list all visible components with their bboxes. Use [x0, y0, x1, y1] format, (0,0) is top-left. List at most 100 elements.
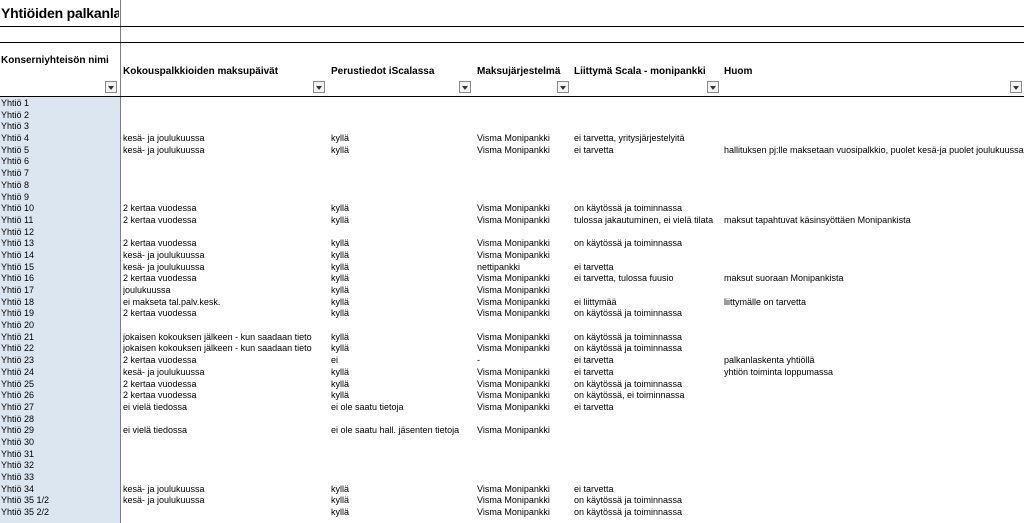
- iscala-info-cell[interactable]: kyllä: [331, 484, 473, 496]
- iscala-info-cell[interactable]: kyllä: [331, 332, 473, 344]
- sheet-title[interactable]: Yhtiöiden palkanlaskenta: [1, 5, 119, 21]
- iscala-info-cell[interactable]: ei ole saatu hall. jäsenten tietoja: [331, 425, 473, 437]
- company-name-cell[interactable]: Yhtiö 6: [1, 156, 119, 168]
- column-header-iscala-basic-info[interactable]: Perustiedot iScalassa: [331, 66, 466, 77]
- company-name-cell[interactable]: Yhtiö 9: [1, 192, 119, 204]
- meeting-fee-dates-cell[interactable]: kesä- ja joulukuussa: [123, 133, 328, 145]
- payment-system-cell[interactable]: Visma Monipankki: [477, 308, 570, 320]
- company-name-cell[interactable]: Yhtiö 20: [1, 320, 119, 332]
- bank-interface-cell[interactable]: ei tarvetta: [574, 262, 721, 274]
- bank-interface-cell[interactable]: ei tarvetta: [574, 402, 721, 414]
- iscala-info-cell[interactable]: kyllä: [331, 215, 473, 227]
- meeting-fee-dates-cell[interactable]: 2 kertaa vuodessa: [123, 273, 328, 285]
- meeting-fee-dates-cell[interactable]: kesä- ja joulukuussa: [123, 495, 328, 507]
- company-name-cell[interactable]: Yhtiö 16: [1, 273, 119, 285]
- iscala-info-cell[interactable]: kyllä: [331, 285, 473, 297]
- meeting-fee-dates-cell[interactable]: ei vielä tiedossa: [123, 402, 328, 414]
- company-name-cell[interactable]: Yhtiö 3: [1, 121, 119, 133]
- column-header-scala-bank-interface[interactable]: Liittymä Scala - monipankki: [574, 66, 719, 77]
- meeting-fee-dates-cell[interactable]: kesä- ja joulukuussa: [123, 262, 328, 274]
- meeting-fee-dates-cell[interactable]: kesä- ja joulukuussa: [123, 367, 328, 379]
- company-name-cell[interactable]: Yhtiö 27: [1, 402, 119, 414]
- iscala-info-cell[interactable]: kyllä: [331, 250, 473, 262]
- payment-system-cell[interactable]: Visma Monipankki: [477, 367, 570, 379]
- bank-interface-cell[interactable]: ei tarvetta: [574, 367, 721, 379]
- iscala-info-cell[interactable]: kyllä: [331, 297, 473, 309]
- bank-interface-cell[interactable]: on käytössä, ei toiminnassa: [574, 390, 721, 402]
- iscala-info-cell[interactable]: kyllä: [331, 343, 473, 355]
- iscala-info-cell[interactable]: kyllä: [331, 273, 473, 285]
- payment-system-cell[interactable]: Visma Monipankki: [477, 250, 570, 262]
- payment-system-cell[interactable]: Visma Monipankki: [477, 297, 570, 309]
- bank-interface-cell[interactable]: on käytössä ja toiminnassa: [574, 379, 721, 391]
- column-header-notes[interactable]: Huom: [724, 66, 924, 77]
- filter-dropdown-icon[interactable]: [105, 81, 117, 93]
- notes-cell[interactable]: yhtiön toiminta loppumassa: [724, 367, 1024, 379]
- column-header-payment-system[interactable]: Maksujärjestelmä: [477, 66, 567, 77]
- payment-system-cell[interactable]: Visma Monipankki: [477, 215, 570, 227]
- meeting-fee-dates-cell[interactable]: kesä- ja joulukuussa: [123, 484, 328, 496]
- iscala-info-cell[interactable]: kyllä: [331, 308, 473, 320]
- iscala-info-cell[interactable]: kyllä: [331, 203, 473, 215]
- bank-interface-cell[interactable]: tulossa jakautuminen, ei vielä tilata: [574, 215, 721, 227]
- bank-interface-cell[interactable]: on käytössä ja toiminnassa: [574, 495, 721, 507]
- meeting-fee-dates-cell[interactable]: ei makseta tal.palv.kesk.: [123, 297, 328, 309]
- filter-dropdown-icon[interactable]: [557, 81, 569, 93]
- company-name-cell[interactable]: Yhtiö 23: [1, 355, 119, 367]
- meeting-fee-dates-cell[interactable]: joulukuussa: [123, 285, 328, 297]
- iscala-info-cell[interactable]: ei: [331, 355, 473, 367]
- company-name-cell[interactable]: Yhtiö 18: [1, 297, 119, 309]
- iscala-info-cell[interactable]: ei ole saatu tietoja: [331, 402, 473, 414]
- bank-interface-cell[interactable]: on käytössä ja toiminnassa: [574, 203, 721, 215]
- bank-interface-cell[interactable]: ei tarvetta, tulossa fuusio: [574, 273, 721, 285]
- company-name-cell[interactable]: Yhtiö 26: [1, 390, 119, 402]
- bank-interface-cell[interactable]: ei liittymää: [574, 297, 721, 309]
- company-name-cell[interactable]: Yhtiö 17: [1, 285, 119, 297]
- company-name-cell[interactable]: Yhtiö 12: [1, 227, 119, 239]
- bank-interface-cell[interactable]: ei tarvetta: [574, 355, 721, 367]
- filter-dropdown-icon[interactable]: [1010, 81, 1022, 93]
- meeting-fee-dates-cell[interactable]: jokaisen kokouksen jälkeen - kun saadaan…: [123, 343, 328, 355]
- company-name-cell[interactable]: Yhtiö 13: [1, 238, 119, 250]
- meeting-fee-dates-cell[interactable]: 2 kertaa vuodessa: [123, 238, 328, 250]
- iscala-info-cell[interactable]: kyllä: [331, 367, 473, 379]
- bank-interface-cell[interactable]: on käytössä ja toiminnassa: [574, 507, 721, 519]
- payment-system-cell[interactable]: Visma Monipankki: [477, 495, 570, 507]
- meeting-fee-dates-cell[interactable]: 2 kertaa vuodessa: [123, 379, 328, 391]
- notes-cell[interactable]: maksut tapahtuvat käsinsyöttäen Monipank…: [724, 215, 1024, 227]
- payment-system-cell[interactable]: Visma Monipankki: [477, 390, 570, 402]
- notes-cell[interactable]: palkanlaskenta yhtiöllä: [724, 355, 1024, 367]
- payment-system-cell[interactable]: Visma Monipankki: [477, 238, 570, 250]
- company-name-cell[interactable]: Yhtiö 4: [1, 133, 119, 145]
- company-name-cell[interactable]: Yhtiö 5: [1, 145, 119, 157]
- filter-dropdown-icon[interactable]: [707, 81, 719, 93]
- filter-dropdown-icon[interactable]: [459, 81, 471, 93]
- company-name-cell[interactable]: Yhtiö 11: [1, 215, 119, 227]
- bank-interface-cell[interactable]: on käytössä ja toiminnassa: [574, 238, 721, 250]
- payment-system-cell[interactable]: -: [477, 355, 570, 367]
- payment-system-cell[interactable]: Visma Monipankki: [477, 425, 570, 437]
- company-name-cell[interactable]: Yhtiö 14: [1, 250, 119, 262]
- company-name-cell[interactable]: Yhtiö 34: [1, 484, 119, 496]
- notes-cell[interactable]: hallituksen pj:lle maksetaan vuosipalkki…: [724, 145, 1024, 157]
- company-name-cell[interactable]: Yhtiö 15: [1, 262, 119, 274]
- payment-system-cell[interactable]: Visma Monipankki: [477, 379, 570, 391]
- payment-system-cell[interactable]: Visma Monipankki: [477, 203, 570, 215]
- company-name-cell[interactable]: Yhtiö 22: [1, 343, 119, 355]
- company-name-cell[interactable]: Yhtiö 28: [1, 414, 119, 426]
- company-name-cell[interactable]: Yhtiö 8: [1, 180, 119, 192]
- payment-system-cell[interactable]: Visma Monipankki: [477, 332, 570, 344]
- bank-interface-cell[interactable]: on käytössä ja toiminnassa: [574, 343, 721, 355]
- payment-system-cell[interactable]: Visma Monipankki: [477, 507, 570, 519]
- column-header-meeting-fee-dates[interactable]: Kokouspalkkioiden maksupäivät: [123, 66, 323, 77]
- notes-cell[interactable]: liittymälle on tarvetta: [724, 297, 1024, 309]
- meeting-fee-dates-cell[interactable]: 2 kertaa vuodessa: [123, 390, 328, 402]
- payment-system-cell[interactable]: Visma Monipankki: [477, 285, 570, 297]
- payment-system-cell[interactable]: nettipankki: [477, 262, 570, 274]
- meeting-fee-dates-cell[interactable]: 2 kertaa vuodessa: [123, 355, 328, 367]
- iscala-info-cell[interactable]: kyllä: [331, 390, 473, 402]
- company-name-cell[interactable]: Yhtiö 29: [1, 425, 119, 437]
- iscala-info-cell[interactable]: kyllä: [331, 495, 473, 507]
- meeting-fee-dates-cell[interactable]: 2 kertaa vuodessa: [123, 308, 328, 320]
- payment-system-cell[interactable]: Visma Monipankki: [477, 273, 570, 285]
